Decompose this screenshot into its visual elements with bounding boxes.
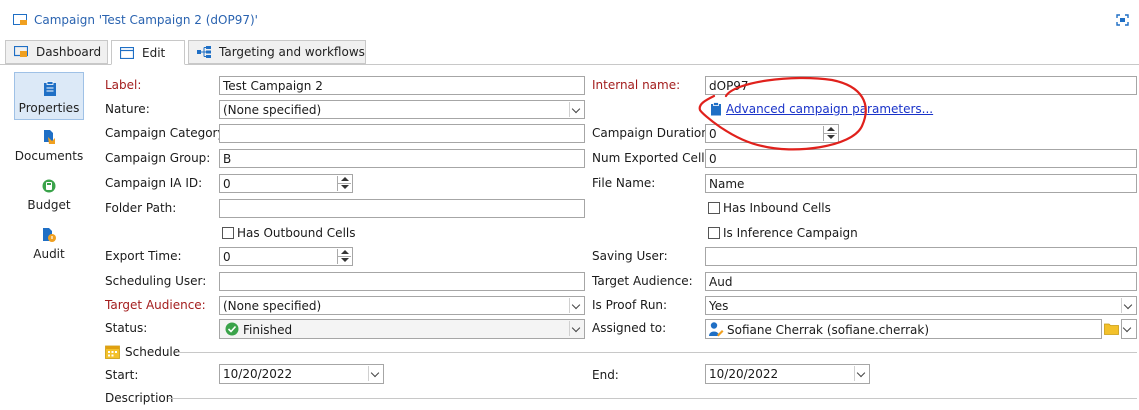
campaign-group-label: Campaign Group: — [105, 151, 211, 165]
sidebar-item-label: Properties — [18, 101, 80, 115]
nature-value: (None specified) — [223, 103, 322, 117]
tab-edit[interactable]: Edit — [111, 40, 185, 65]
is-inference-campaign-checkbox[interactable] — [708, 227, 720, 239]
start-date-picker[interactable]: 10/20/2022 — [219, 364, 384, 384]
sidebar-item-properties[interactable]: Properties — [14, 72, 84, 120]
is-proof-run-label: Is Proof Run: — [592, 298, 668, 312]
start-label: Start: — [105, 368, 139, 382]
target-audience-right-input[interactable]: Aud — [705, 272, 1137, 291]
file-name-label: File Name: — [592, 176, 656, 190]
clipboard-icon — [44, 81, 56, 96]
audit-icon — [43, 228, 56, 242]
sidebar: Properties Documents Budget Audit — [14, 72, 84, 402]
saving-user-label: Saving User: — [592, 249, 668, 263]
calculator-icon — [42, 179, 56, 193]
scheduling-user-label: Scheduling User: — [105, 274, 207, 288]
end-date-value: 10/20/2022 — [709, 367, 779, 381]
tab-targeting-and-workflows[interactable]: Targeting and workflows — [188, 40, 366, 64]
sidebar-item-label: Documents — [14, 149, 84, 163]
chevron-down-icon[interactable] — [569, 321, 583, 336]
assigned-to-label: Assigned to: — [592, 321, 667, 335]
is-proof-run-select[interactable]: Yes — [705, 296, 1137, 315]
status-select[interactable]: Finished — [219, 319, 585, 339]
assigned-to-input[interactable]: Sofiane Cherrak (sofiane.cherrak) — [705, 319, 1102, 339]
target-audience-right-label: Target Audience: — [592, 274, 693, 288]
edit-icon — [120, 46, 134, 59]
chevron-down-icon[interactable] — [854, 366, 868, 381]
tab-dashboard[interactable]: Dashboard — [5, 40, 108, 64]
end-label: End: — [592, 368, 619, 382]
export-time-label: Export Time: — [105, 249, 182, 263]
maximize-icon[interactable] — [1116, 14, 1129, 26]
campaign-category-input[interactable] — [219, 124, 585, 143]
tab-edit-label: Edit — [142, 45, 166, 60]
schedule-divider — [177, 352, 1137, 353]
chevron-down-icon[interactable] — [368, 366, 382, 381]
campaign-window-icon — [13, 14, 27, 25]
check-circle-icon — [225, 322, 239, 336]
saving-user-input[interactable] — [705, 247, 1137, 266]
status-value: Finished — [243, 323, 293, 337]
calendar-icon — [105, 345, 120, 359]
nature-label: Nature: — [105, 102, 150, 116]
campaign-group-input[interactable]: B — [219, 149, 585, 168]
export-time-stepper[interactable]: 0 — [219, 247, 353, 266]
target-audience-label: Target Audience: — [105, 298, 206, 312]
file-name-input[interactable]: Name — [705, 174, 1137, 193]
nature-select[interactable]: (None specified) — [219, 100, 585, 119]
assigned-to-value: Sofiane Cherrak (sofiane.cherrak) — [727, 323, 930, 337]
sidebar-item-label: Audit — [33, 247, 65, 261]
has-inbound-cells-checkbox[interactable] — [708, 202, 720, 214]
campaign-category-label: Campaign Category: — [105, 126, 228, 140]
sidebar-item-audit[interactable]: Audit — [14, 219, 84, 267]
spin-buttons[interactable] — [337, 249, 351, 264]
annotation-circle — [698, 76, 867, 151]
export-time-value: 0 — [223, 250, 231, 264]
folder-icon[interactable] — [1104, 322, 1119, 335]
label-field-label: Label: — [105, 78, 142, 92]
chevron-down-icon[interactable] — [1121, 298, 1135, 313]
sidebar-item-documents[interactable]: Documents — [14, 121, 84, 169]
campaign-ia-id-value: 0 — [223, 177, 231, 191]
tab-dashboard-label: Dashboard — [36, 45, 102, 59]
has-outbound-cells-checkbox[interactable] — [222, 227, 234, 239]
spin-buttons[interactable] — [337, 176, 351, 191]
scheduling-user-input[interactable] — [219, 272, 585, 291]
end-date-picker[interactable]: 10/20/2022 — [705, 364, 870, 384]
description-divider — [168, 398, 1137, 399]
has-inbound-cells-label: Has Inbound Cells — [723, 201, 831, 215]
documents-icon — [44, 130, 55, 144]
status-label: Status: — [105, 321, 148, 335]
assigned-to-dropdown[interactable] — [1121, 319, 1137, 339]
chevron-down-icon[interactable] — [569, 298, 583, 313]
dashboard-icon — [14, 46, 28, 57]
campaign-ia-id-label: Campaign IA ID: — [105, 176, 203, 190]
target-audience-value: (None specified) — [223, 299, 322, 313]
internal-name-label: Internal name: — [592, 78, 681, 92]
tab-targeting-label: Targeting and workflows — [219, 45, 365, 59]
sidebar-item-label: Budget — [27, 198, 71, 212]
label-input[interactable]: Test Campaign 2 — [219, 76, 585, 95]
user-icon — [709, 322, 724, 337]
chevron-down-icon[interactable] — [569, 102, 583, 117]
has-outbound-cells-label: Has Outbound Cells — [237, 226, 356, 240]
start-date-value: 10/20/2022 — [223, 367, 293, 381]
folder-path-input[interactable] — [219, 199, 585, 218]
folder-path-label: Folder Path: — [105, 201, 177, 215]
workflow-icon — [197, 46, 211, 58]
target-audience-select[interactable]: (None specified) — [219, 296, 585, 315]
description-section-title: Description — [105, 391, 174, 405]
is-proof-run-value: Yes — [709, 299, 729, 313]
sidebar-item-budget[interactable]: Budget — [14, 170, 84, 218]
schedule-section-title: Schedule — [125, 345, 181, 359]
window-title: Campaign 'Test Campaign 2 (dOP97)' — [34, 13, 258, 27]
chevron-down-icon[interactable] — [1122, 321, 1135, 336]
is-inference-campaign-label: Is Inference Campaign — [723, 226, 858, 240]
campaign-ia-id-stepper[interactable]: 0 — [219, 174, 353, 193]
